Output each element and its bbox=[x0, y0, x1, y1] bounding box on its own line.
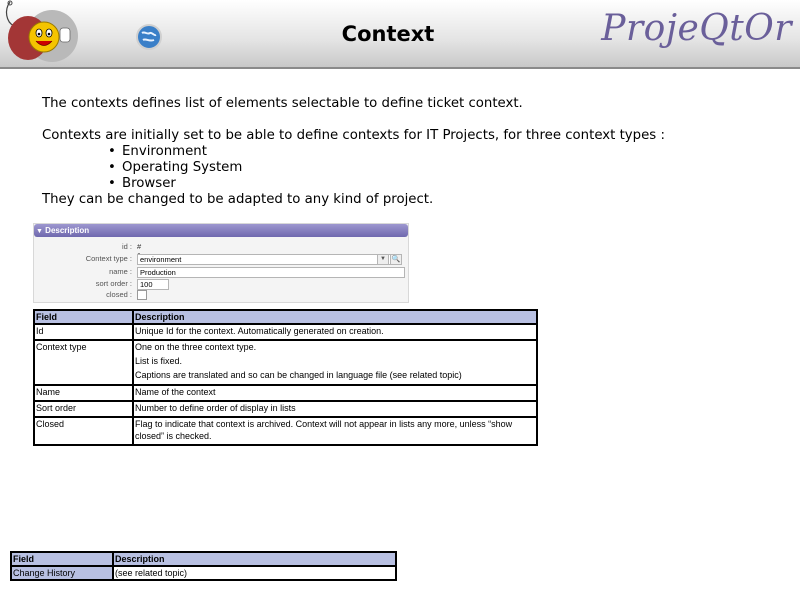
field-cell: Context type bbox=[33, 339, 134, 386]
table-row: Closed Flag to indicate that context is … bbox=[33, 416, 538, 446]
intro-line: Contexts are initially set to be able to… bbox=[42, 128, 665, 143]
description-cell: Flag to indicate that context is archive… bbox=[132, 416, 538, 446]
description-cell: Number to define order of display in lis… bbox=[132, 400, 538, 418]
table-row: Id Unique Id for the context. Automatica… bbox=[33, 323, 538, 341]
description-form: ▼ Description id : # 1 Context type : en… bbox=[33, 223, 409, 303]
brand-logo: ProjeQtOr bbox=[601, 8, 792, 49]
table-header-row: Field Description bbox=[33, 309, 538, 325]
field-cell: Change History bbox=[10, 565, 114, 581]
table-row: Context type One on the three context ty… bbox=[33, 339, 538, 386]
intro-line: They can be changed to be adapted to any… bbox=[42, 192, 434, 207]
context-type-list: Environment Operating System Browser bbox=[42, 144, 665, 192]
search-icon[interactable]: 🔍 bbox=[390, 254, 402, 265]
name-input[interactable]: Production bbox=[137, 267, 405, 278]
history-table: Field Description Change History (see re… bbox=[10, 551, 397, 581]
description-cell: One on the three context type. List is f… bbox=[132, 339, 538, 386]
section-header[interactable]: ▼ Description bbox=[34, 224, 408, 237]
list-item: Environment bbox=[108, 144, 665, 160]
list-item: Browser bbox=[108, 176, 665, 192]
description-cell: Unique Id for the context. Automatically… bbox=[132, 323, 538, 341]
name-label: name : bbox=[109, 267, 132, 276]
collapse-arrow-icon[interactable]: ▼ bbox=[36, 228, 43, 235]
list-item: Operating System bbox=[108, 160, 665, 176]
table-row: Name Name of the context bbox=[33, 384, 538, 402]
header-cell: Description bbox=[132, 309, 538, 325]
field-cell: Name bbox=[33, 384, 134, 402]
intro-text: The contexts defines list of elements se… bbox=[42, 96, 665, 208]
closed-checkbox[interactable] bbox=[137, 290, 147, 300]
table-row: Change History (see related topic) bbox=[10, 565, 397, 581]
description-cell: Name of the context bbox=[132, 384, 538, 402]
table-header-row: Field Description bbox=[10, 551, 397, 567]
description-cell: (see related topic) bbox=[112, 565, 397, 581]
section-title: Description bbox=[45, 226, 90, 235]
header-cell: Description bbox=[112, 551, 397, 567]
context-type-select[interactable]: environment bbox=[137, 254, 391, 265]
sort-order-input[interactable]: 100 bbox=[137, 279, 169, 290]
field-cell: Sort order bbox=[33, 400, 134, 418]
id-label: id : bbox=[121, 242, 132, 251]
context-type-label: Context type : bbox=[85, 254, 132, 263]
header-cell: Field bbox=[33, 309, 134, 325]
intro-line: The contexts defines list of elements se… bbox=[42, 96, 523, 111]
sort-order-label: sort order : bbox=[95, 279, 132, 288]
field-cell: Id bbox=[33, 323, 134, 341]
dropdown-arrow-icon[interactable]: ▼ bbox=[377, 254, 389, 265]
page-header: Context ProjeQtOr bbox=[0, 0, 800, 69]
closed-label: closed : bbox=[106, 290, 132, 299]
header-cell: Field bbox=[10, 551, 114, 567]
table-row: Sort order Number to define order of dis… bbox=[33, 400, 538, 418]
fields-table: Field Description Id Unique Id for the c… bbox=[33, 309, 538, 446]
field-cell: Closed bbox=[33, 416, 134, 446]
